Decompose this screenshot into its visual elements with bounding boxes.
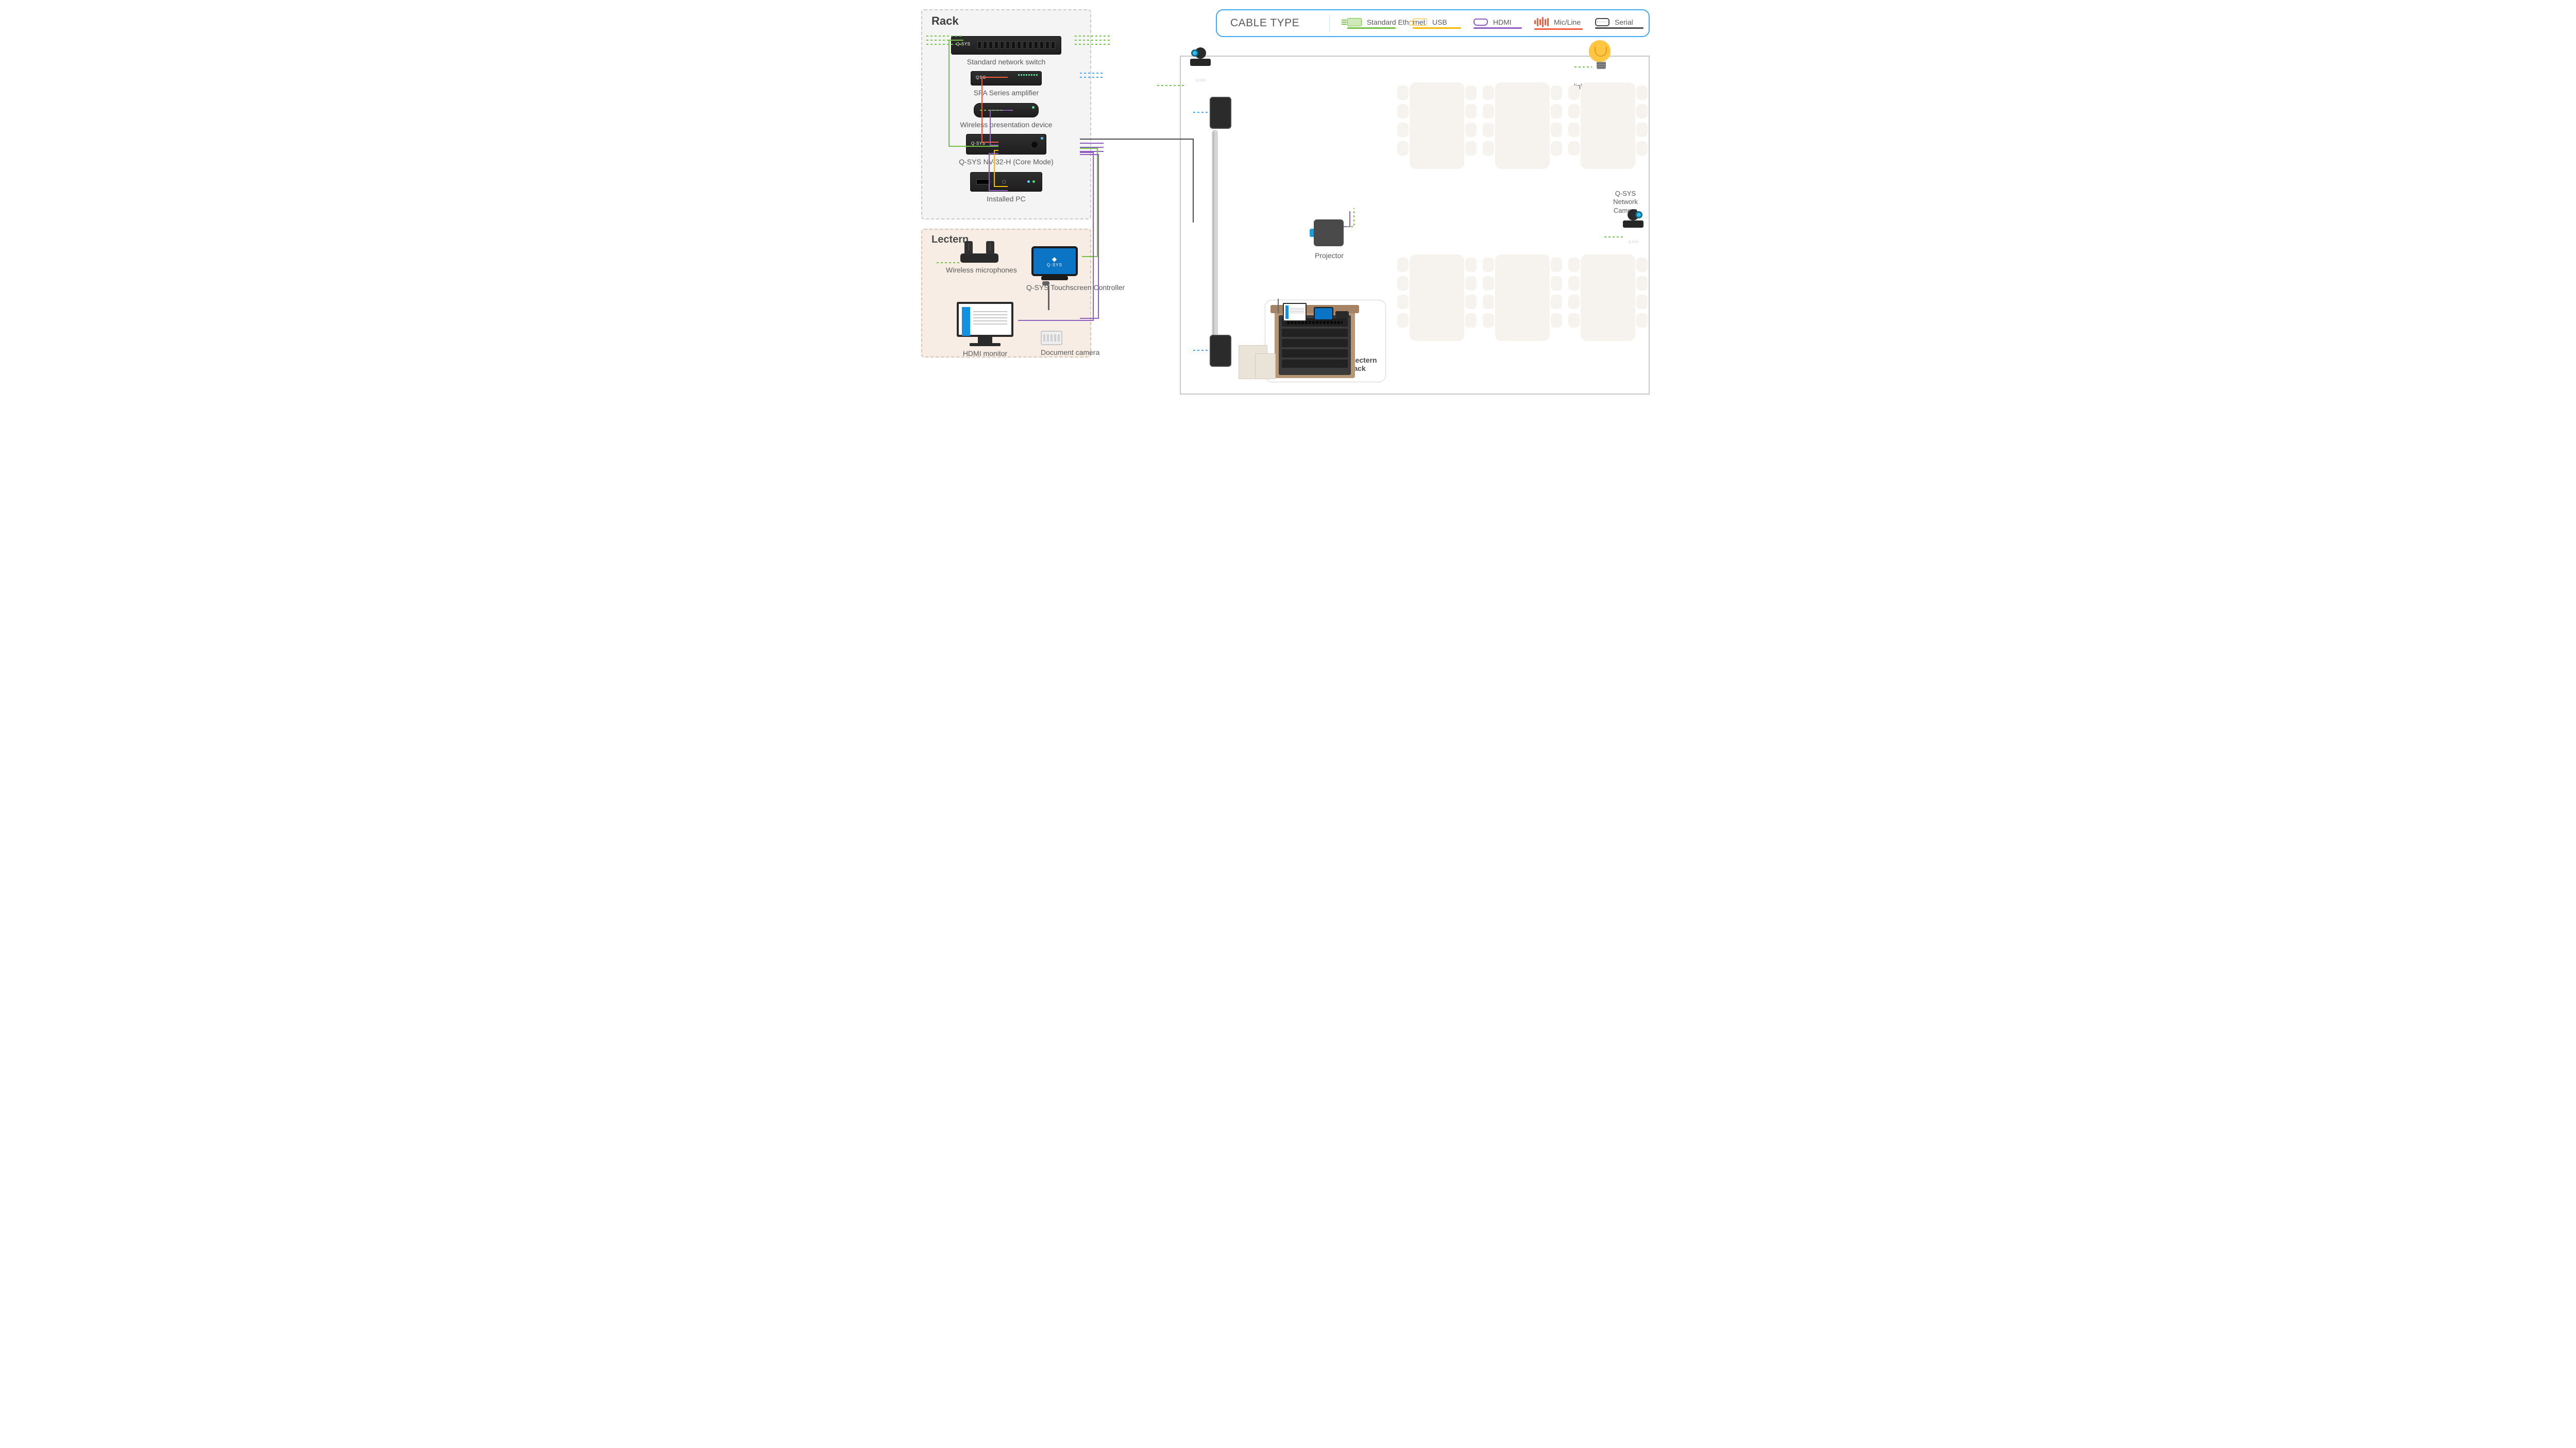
table (1581, 82, 1635, 169)
switch-brand: Q·SYS (956, 42, 970, 46)
touch-label: Q-SYS Touchscreen Controller (1026, 283, 1083, 292)
switch-label: Standard network switch (967, 58, 1046, 66)
room-outline: Q·SYS Projector lighting control via TCP… (1180, 56, 1650, 395)
lectern-rack-label: Lectern rack (1351, 356, 1379, 372)
diagram-canvas: CABLE TYPE Standard Ethernet USB HDMI Mi… (912, 0, 1664, 408)
table (1495, 82, 1550, 169)
legend-mic-label: Mic/Line (1554, 18, 1581, 26)
speaker-bottom (1210, 335, 1231, 367)
table (1410, 254, 1464, 341)
projector-icon (1314, 219, 1344, 246)
amplifier: QSC SPA Series amplifier (922, 71, 1090, 97)
mini-monitor-icon (1283, 303, 1307, 321)
legend-mic: Mic/Line (1534, 17, 1581, 30)
monitor-label: HDMI monitor (949, 349, 1021, 357)
installed-pc: Installed PC (922, 172, 1090, 203)
hdmi-monitor: HDMI monitor (949, 302, 1021, 357)
legend-serial: Serial (1595, 18, 1641, 29)
amp-label: SPA Series amplifier (974, 89, 1039, 97)
table (1495, 254, 1550, 341)
mini-doccam-icon (1278, 299, 1279, 313)
table (1410, 82, 1464, 169)
legend-usb: USB (1413, 18, 1459, 29)
wpd-label: Wireless presentation device (960, 121, 1053, 129)
lectern-title: Lectern (931, 234, 969, 246)
document-camera: Document camera (1041, 306, 1097, 356)
rack-block: Rack Q·SYS Standard network switch QSC S… (921, 9, 1091, 219)
network-camera-label: Q-SYS Network Camera (1602, 190, 1649, 215)
speaker-top (1210, 97, 1231, 129)
serial-icon (1595, 18, 1609, 26)
legend-serial-label: Serial (1615, 18, 1633, 26)
mics-label: Wireless microphones (946, 266, 1013, 274)
projection-screen (1212, 130, 1218, 351)
nv32-core: Q·SYS Q-SYS NV-32-H (Core Mode) (922, 134, 1090, 166)
legend-hdmi: HDMI (1473, 18, 1520, 29)
legend-divider (1329, 14, 1330, 32)
projector-label: Projector (1298, 251, 1360, 260)
doccam-label: Document camera (1041, 348, 1097, 356)
lightbulb-icon (1589, 40, 1614, 71)
mini-touch-icon (1314, 307, 1333, 320)
hdmi-icon (1473, 19, 1488, 26)
touchscreen-controller: Q·SYS Q-SYS Touchscreen Controller (1026, 246, 1083, 292)
wireless-presentation-device: Wireless presentation device (922, 103, 1090, 129)
box-icon (1255, 353, 1276, 379)
legend-hdmi-label: HDMI (1493, 18, 1512, 26)
network-switch: Q·SYS Standard network switch (922, 36, 1090, 66)
nv32-brand: Q·SYS (971, 141, 985, 146)
touch-brand: Q·SYS (1033, 255, 1076, 267)
pc-label: Installed PC (987, 195, 1025, 203)
lectern-block: Lectern Wireless microphones Q·SYS Q-SYS… (921, 229, 1091, 357)
ptz-camera-front: Q·SYS (1187, 64, 1214, 66)
nv32-label: Q-SYS NV-32-H (Core Mode) (959, 158, 1054, 166)
mic-icon (1534, 17, 1549, 27)
wireless-microphones: Wireless microphones (946, 253, 1013, 274)
legend-ethernet: Standard Ethernet (1347, 18, 1398, 29)
ethernet-icon (1347, 18, 1362, 26)
usb-icon (1413, 19, 1427, 26)
cable-legend: CABLE TYPE Standard Ethernet USB HDMI Mi… (1216, 9, 1650, 37)
mini-mics-icon (1335, 311, 1349, 318)
legend-title: CABLE TYPE (1230, 17, 1299, 29)
legend-usb-label: USB (1432, 18, 1447, 26)
rack-title: Rack (931, 14, 959, 28)
amp-brand: QSC (976, 75, 986, 80)
ptz-camera-rear: Q·SYS (1620, 226, 1647, 228)
table (1581, 254, 1635, 341)
